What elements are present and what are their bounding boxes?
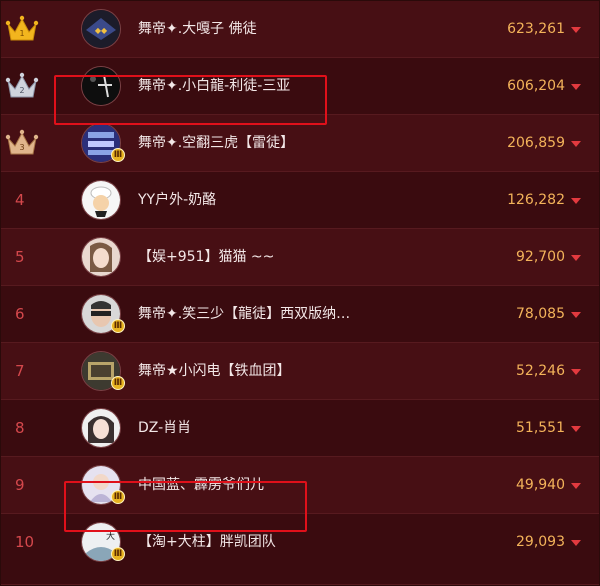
trend-down-icon xyxy=(571,84,581,90)
vip-badge-icon: Ⅲ xyxy=(111,319,125,333)
score-value: 606,204 xyxy=(507,78,565,94)
leaderboard-row[interactable]: 3 Ⅲ 舞帝✦.空翻三虎【雷徒】 206,859 xyxy=(1,115,599,172)
crown-rank: 1 xyxy=(19,29,24,38)
leaderboard-row[interactable]: 8 DZ-肖肖 51,551 xyxy=(1,400,599,457)
svg-text:◆◆: ◆◆ xyxy=(95,26,108,35)
bronze-crown-icon: 3 xyxy=(5,129,39,155)
rank-number: 5 xyxy=(15,248,25,266)
score-value: 623,261 xyxy=(507,21,565,37)
leaderboard-row[interactable]: 1 ◆◆ 舞帝✦.大嘎子 佛徒 623,261 xyxy=(1,1,599,58)
trend-down-icon xyxy=(571,198,581,204)
trend-down-icon xyxy=(571,255,581,261)
score-value: 92,700 xyxy=(516,249,565,265)
vip-badge-icon: Ⅲ xyxy=(111,148,125,162)
leaderboard-row[interactable]: 6 Ⅲ 舞帝✦.笑三少【龍徒】西双版纳… 78,085 xyxy=(1,286,599,343)
trend-down-icon xyxy=(571,483,581,489)
score-value: 126,282 xyxy=(507,192,565,208)
trend-down-icon xyxy=(571,426,581,432)
crown-rank: 3 xyxy=(19,143,24,152)
leaderboard-row[interactable]: 10 大 Ⅲ 【淘+大柱】胖凯团队 29,093 xyxy=(1,514,599,585)
vip-badge-icon: Ⅲ xyxy=(111,547,125,561)
vip-badge-icon: Ⅲ xyxy=(111,490,125,504)
vip-badge-icon: Ⅲ xyxy=(111,376,125,390)
rank-number: 4 xyxy=(15,191,25,209)
user-name[interactable]: 舞帝✦.小白龍-利徒-三亚 xyxy=(138,58,290,115)
trend-down-icon xyxy=(571,369,581,375)
rank-number: 7 xyxy=(15,362,25,380)
score-value: 49,940 xyxy=(516,477,565,493)
leaderboard-row[interactable]: 7 Ⅲ 舞帝★小闪电【铁血团】 52,246 xyxy=(1,343,599,400)
rank-number: 9 xyxy=(15,476,25,494)
user-name[interactable]: YY户外-奶酪 xyxy=(138,172,216,229)
rank-number: 10 xyxy=(15,533,35,551)
user-name[interactable]: 舞帝✦.空翻三虎【雷徒】 xyxy=(138,115,294,172)
user-name[interactable]: 舞帝✦.笑三少【龍徒】西双版纳… xyxy=(138,286,350,343)
user-name[interactable]: 中国蓝、霹雳爷们儿 xyxy=(138,457,264,514)
user-name[interactable]: DZ-肖肖 xyxy=(138,400,191,457)
leaderboard-row[interactable]: 5 【娱+951】猫猫 ~~ 92,700 xyxy=(1,229,599,286)
user-name[interactable]: 舞帝★小闪电【铁血团】 xyxy=(138,343,291,400)
score-value: 78,085 xyxy=(516,306,565,322)
trend-down-icon xyxy=(571,540,581,546)
trend-down-icon xyxy=(571,312,581,318)
rank-number: 8 xyxy=(15,419,25,437)
score-value: 29,093 xyxy=(516,534,565,550)
crown-rank: 2 xyxy=(19,86,24,95)
leaderboard-row[interactable]: 2 舞帝✦.小白龍-利徒-三亚 606,204 xyxy=(1,58,599,115)
score-value: 51,551 xyxy=(516,420,565,436)
leaderboard-row[interactable]: 4 YY户外-奶酪 126,282 xyxy=(1,172,599,229)
trend-down-icon xyxy=(571,27,581,33)
score-value: 206,859 xyxy=(507,135,565,151)
avatar[interactable]: ◆◆ xyxy=(81,9,121,49)
avatar[interactable] xyxy=(81,66,121,106)
avatar[interactable] xyxy=(81,180,121,220)
rank-number: 6 xyxy=(15,305,25,323)
user-name[interactable]: 舞帝✦.大嘎子 佛徒 xyxy=(138,1,257,58)
user-name[interactable]: 【娱+951】猫猫 ~~ xyxy=(138,229,274,286)
avatar[interactable] xyxy=(81,408,121,448)
leaderboard-row[interactable]: 9 Ⅲ 中国蓝、霹雳爷们儿 49,940 xyxy=(1,457,599,514)
avatar[interactable] xyxy=(81,237,121,277)
svg-text:大: 大 xyxy=(106,530,115,542)
leaderboard-panel: 1 ◆◆ 舞帝✦.大嘎子 佛徒 623,261 2 舞帝✦.小白龍-利徒-三亚 … xyxy=(0,0,600,586)
trend-down-icon xyxy=(571,141,581,147)
score-value: 52,246 xyxy=(516,363,565,379)
gold-crown-icon: 1 xyxy=(5,15,39,41)
silver-crown-icon: 2 xyxy=(5,72,39,98)
user-name[interactable]: 【淘+大柱】胖凯团队 xyxy=(138,514,276,571)
